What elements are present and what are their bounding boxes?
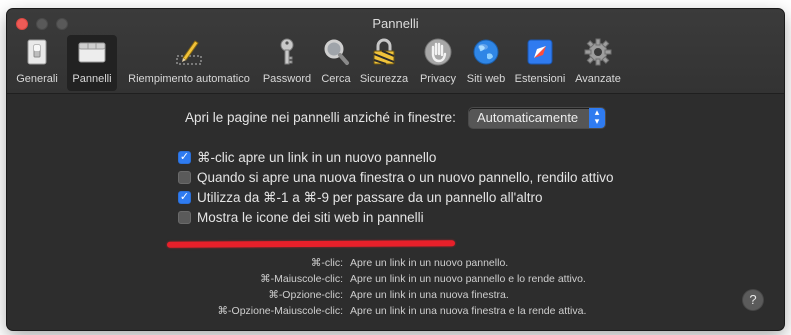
toolbar-label: Password <box>262 73 312 85</box>
general-switch-icon <box>27 39 47 65</box>
shortcut-row: ⌘-Maiuscole-clic: Apre un link in un nuo… <box>7 273 784 289</box>
shortcut-desc: Apre un link in un nuovo pannello. <box>350 257 509 269</box>
shortcut-desc: Apre un link in un nuovo pannello e lo r… <box>350 273 586 285</box>
checkbox-checked[interactable]: ✓ <box>178 151 191 164</box>
help-button[interactable]: ? <box>743 290 763 310</box>
toolbar-item-generali[interactable]: Generali <box>11 35 63 91</box>
preferences-window: Pannelli Generali Pannelli Riempimento a… <box>7 9 784 330</box>
pencil-icon <box>176 40 202 65</box>
open-pages-select[interactable]: Automaticamente ▴ ▾ <box>469 108 605 128</box>
toolbar-label: Riempimento automatico <box>128 73 250 85</box>
toolbar-item-privacy[interactable]: Privacy <box>414 35 462 91</box>
option-label: Utilizza da ⌘-1 a ⌘-9 per passare da un … <box>197 190 543 205</box>
shortcut-key: ⌘-clic: <box>310 257 343 269</box>
toolbar-label: Sicurezza <box>359 73 409 85</box>
globe-icon <box>473 39 499 65</box>
magnifier-icon <box>324 39 349 65</box>
shortcut-row: ⌘-Opzione-Maiuscole-clic: Apre un link i… <box>7 305 784 321</box>
toolbar-item-siti-web[interactable]: Siti web <box>462 35 510 91</box>
toolbar-item-estensioni[interactable]: Estensioni <box>512 35 568 91</box>
toolbar-item-cerca[interactable]: Cerca <box>317 35 355 91</box>
toolbar-label: Privacy <box>419 73 457 85</box>
toolbar-item-pannelli[interactable]: Pannelli <box>67 35 117 91</box>
toolbar-label: Generali <box>16 73 58 85</box>
padlock-icon <box>373 38 395 65</box>
chevron-updown-icon: ▴ ▾ <box>589 108 605 128</box>
open-pages-label: Apri le pagine nei pannelli anziché in f… <box>185 110 456 125</box>
shortcut-row: ⌘-clic: Apre un link in un nuovo pannell… <box>7 257 784 273</box>
hand-icon <box>424 38 452 66</box>
option-label: Quando si apre una nuova finestra o un n… <box>197 170 614 185</box>
title-bar: Pannelli Generali Pannelli Riempimento a… <box>7 9 784 94</box>
option-label: ⌘-clic apre un link in un nuovo pannello <box>197 150 437 165</box>
key-icon <box>280 38 294 65</box>
red-underline-annotation <box>166 240 456 248</box>
shortcut-desc: Apre un link in una nuova finestra e la … <box>350 305 587 317</box>
shortcut-row: ⌘-Opzione-clic: Apre un link in una nuov… <box>7 289 784 305</box>
toolbar-item-riempimento-automatico[interactable]: Riempimento automatico <box>121 35 257 91</box>
tabs-icon <box>78 42 106 63</box>
toolbar-label: Cerca <box>321 73 351 85</box>
gear-icon <box>584 38 612 66</box>
checkbox-checked[interactable]: ✓ <box>178 191 191 204</box>
toolbar-item-password[interactable]: Password <box>259 35 315 91</box>
checkbox-unchecked[interactable] <box>178 171 191 184</box>
shortcut-key: ⌘-Maiuscole-clic: <box>260 273 343 285</box>
option-label: Mostra le icone dei siti web in pannelli <box>197 210 424 225</box>
toolbar-item-sicurezza[interactable]: Sicurezza <box>355 35 413 91</box>
toolbar-label: Avanzate <box>575 73 621 85</box>
toolbar-label: Pannelli <box>72 73 112 85</box>
shortcut-desc: Apre un link in una nuova finestra. <box>350 289 509 301</box>
toolbar-label: Siti web <box>466 73 506 85</box>
open-pages-select-value: Automaticamente <box>477 110 579 125</box>
shortcut-key: ⌘-Opzione-clic: <box>268 289 343 301</box>
toolbar-label: Estensioni <box>514 73 566 85</box>
puzzle-compass-icon <box>527 39 553 65</box>
window-title: Pannelli <box>372 16 419 31</box>
tabs-preferences-pane: Apri le pagine nei pannelli anziché in f… <box>7 94 784 330</box>
shortcut-key: ⌘-Opzione-Maiuscole-clic: <box>217 305 343 317</box>
toolbar-item-avanzate[interactable]: Avanzate <box>569 35 627 91</box>
checkbox-unchecked[interactable] <box>178 211 191 224</box>
